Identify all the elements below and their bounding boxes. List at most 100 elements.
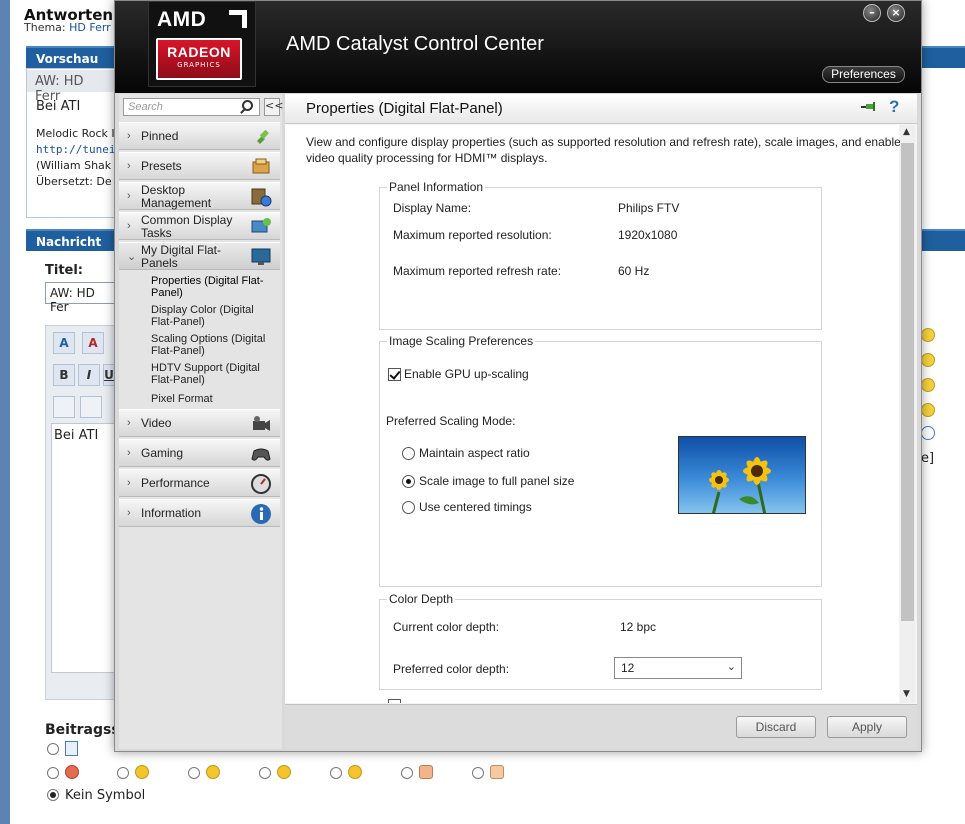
italic-button[interactable]: I bbox=[78, 364, 100, 386]
right-smiley-icon-2[interactable] bbox=[921, 353, 935, 367]
chevron-down-icon: ⌄ bbox=[127, 251, 137, 263]
page-title: Properties (Digital Flat-Panel) bbox=[306, 100, 503, 117]
maintain-aspect-radio[interactable] bbox=[402, 447, 415, 460]
bold-button[interactable]: B bbox=[53, 364, 75, 386]
sub-item-pixel-format[interactable]: Pixel Format bbox=[151, 393, 275, 405]
current-color-depth-label: Current color depth: bbox=[393, 620, 500, 634]
max-resolution-label: Maximum reported resolution: bbox=[393, 228, 552, 242]
signature-line-1: Melodic Rock I bbox=[36, 127, 115, 140]
nav-item-presets[interactable]: › Presets bbox=[119, 152, 280, 180]
monitor-icon bbox=[251, 248, 271, 265]
content-scrollbar[interactable]: ▲ ▼ bbox=[900, 125, 915, 703]
main-panel: Properties (Digital Flat-Panel) ? View a… bbox=[285, 94, 917, 749]
symbol-radio-7[interactable] bbox=[401, 767, 413, 779]
preferred-color-depth-value: 12 bbox=[621, 661, 635, 675]
nav-item-pinned[interactable]: › Pinned bbox=[119, 122, 280, 150]
copy-icon[interactable] bbox=[80, 396, 102, 418]
symbol-radio-1[interactable] bbox=[47, 743, 59, 755]
nav-item-gaming[interactable]: › Gaming bbox=[119, 439, 280, 467]
discard-button[interactable]: Discard bbox=[736, 716, 816, 738]
right-bracket-text: e] bbox=[921, 451, 935, 466]
display-name-value: Philips FTV bbox=[618, 201, 680, 215]
logo-amd-text: AMD bbox=[157, 8, 207, 31]
confused-smiley-icon bbox=[206, 765, 220, 779]
nav-item-label: Presets bbox=[141, 159, 182, 173]
right-smiley-icon-5[interactable] bbox=[921, 426, 935, 440]
angry-smiley-icon bbox=[65, 765, 79, 779]
search-input[interactable]: Search bbox=[123, 98, 260, 116]
scroll-down-icon[interactable]: ▼ bbox=[903, 689, 910, 699]
symbol-radio-6[interactable] bbox=[330, 767, 342, 779]
nav-item-label: Performance bbox=[141, 476, 210, 490]
scale-full-panel-radio[interactable] bbox=[402, 475, 415, 488]
maintain-aspect-label[interactable]: Maintain aspect ratio bbox=[419, 446, 530, 460]
display-name-label: Display Name: bbox=[393, 201, 472, 215]
preferences-button[interactable]: Preferences bbox=[822, 66, 905, 83]
kein-symbol-radio[interactable] bbox=[47, 789, 59, 801]
nav-item-desktop-management[interactable]: › Desktop Management bbox=[119, 182, 280, 210]
sub-item-hdtv-support[interactable]: HDTV Support (Digital Flat-Panel) bbox=[151, 362, 275, 386]
collapse-sidebar-button[interactable]: << bbox=[264, 98, 283, 116]
max-refresh-label: Maximum reported refresh rate: bbox=[393, 264, 562, 278]
chevron-right-icon: › bbox=[127, 190, 131, 202]
symbol-radio-3[interactable] bbox=[117, 767, 129, 779]
document-icon bbox=[65, 741, 78, 756]
sub-item-scaling-options[interactable]: Scaling Options (Digital Flat-Panel) bbox=[151, 333, 275, 357]
sub-item-display-color[interactable]: Display Color (Digital Flat-Panel) bbox=[151, 304, 275, 328]
titel-input[interactable]: AW: HD Fer bbox=[45, 282, 120, 314]
scale-full-panel-label[interactable]: Scale image to full panel size bbox=[419, 474, 574, 488]
nav-item-information[interactable]: › Information bbox=[119, 499, 280, 527]
gpu-upscaling-label[interactable]: Enable GPU up-scaling bbox=[404, 367, 529, 381]
symbol-radio-8[interactable] bbox=[472, 767, 484, 779]
right-smiley-icon-4[interactable] bbox=[921, 403, 935, 417]
symbol-radio-2[interactable] bbox=[47, 767, 59, 779]
nachricht-header: Nachricht bbox=[26, 229, 118, 251]
nav-item-performance[interactable]: › Performance bbox=[119, 469, 280, 497]
search-icon[interactable] bbox=[242, 100, 253, 111]
thumbs-down-icon bbox=[419, 765, 433, 779]
chevron-right-icon: › bbox=[127, 417, 131, 429]
scrollbar-thumb[interactable] bbox=[901, 143, 914, 621]
window-title: AMD Catalyst Control Center bbox=[286, 33, 544, 55]
chevron-right-icon: › bbox=[127, 160, 131, 172]
page-description: View and configure display properties (s… bbox=[306, 135, 901, 165]
symbol-radio-5[interactable] bbox=[259, 767, 271, 779]
message-textarea[interactable]: Bei ATI bbox=[51, 423, 117, 673]
radeon-badge: RADEON GRAPHICS bbox=[156, 38, 242, 80]
partial-checkbox[interactable] bbox=[388, 699, 401, 703]
nav-item-my-digital-flat-panels[interactable]: ⌄ My Digital Flat-Panels bbox=[119, 242, 280, 270]
display-tasks-icon bbox=[251, 218, 271, 233]
sub-item-properties[interactable]: Properties (Digital Flat-Panel) bbox=[151, 275, 275, 299]
scroll-up-icon[interactable]: ▲ bbox=[903, 127, 910, 137]
symbol-radio-4[interactable] bbox=[188, 767, 200, 779]
help-icon[interactable]: ? bbox=[889, 97, 899, 117]
nav-item-common-display-tasks[interactable]: › Common Display Tasks bbox=[119, 212, 280, 240]
vorschau-header-right bbox=[921, 46, 965, 68]
preferred-color-depth-select[interactable]: 12 ⌄ bbox=[614, 657, 742, 679]
nav-item-label: Common Display Tasks bbox=[141, 213, 233, 240]
vorschau-header: Vorschau bbox=[26, 46, 118, 68]
presets-icon bbox=[252, 158, 270, 174]
centered-timings-radio[interactable] bbox=[402, 501, 415, 514]
remove-format-icon[interactable]: A bbox=[82, 332, 104, 354]
right-smiley-icon-3[interactable] bbox=[921, 378, 935, 392]
apply-button[interactable]: Apply bbox=[827, 716, 907, 738]
thema-link[interactable]: HD Ferr bbox=[69, 21, 111, 34]
current-color-depth-value: 12 bpc bbox=[620, 620, 657, 634]
right-smiley-icon-1[interactable] bbox=[921, 328, 935, 342]
font-size-icon[interactable]: A bbox=[53, 332, 75, 354]
gpu-upscaling-checkbox[interactable] bbox=[388, 368, 401, 381]
wink-smiley-icon bbox=[277, 765, 291, 779]
signature-line-4: Übersetzt: De bbox=[36, 175, 112, 188]
minimize-button[interactable]: – bbox=[863, 4, 881, 22]
nachricht-header-right bbox=[921, 229, 965, 251]
nav-item-video[interactable]: › Video bbox=[119, 409, 280, 437]
centered-timings-label[interactable]: Use centered timings bbox=[419, 500, 532, 514]
pin-page-icon[interactable] bbox=[861, 101, 877, 113]
chevron-right-icon: › bbox=[127, 130, 131, 142]
thema-label: Thema: bbox=[24, 21, 66, 34]
desktop-management-icon bbox=[251, 188, 272, 207]
chevron-right-icon: › bbox=[127, 477, 131, 489]
close-button[interactable]: × bbox=[887, 4, 905, 22]
table-icon[interactable] bbox=[53, 396, 75, 418]
